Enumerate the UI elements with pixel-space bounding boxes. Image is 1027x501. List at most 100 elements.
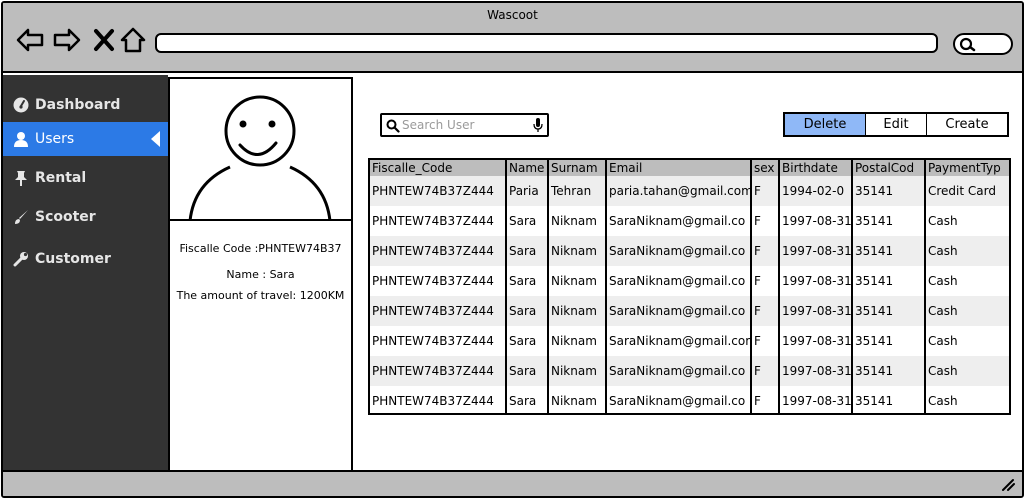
column-header[interactable]: Birthdate <box>779 160 853 176</box>
back-arrow-icon[interactable] <box>15 25 45 55</box>
sidebar-item-label: Dashboard <box>35 97 121 113</box>
delete-button[interactable]: Delete <box>785 114 866 135</box>
table-cell: PHNTEW74B37Z444 <box>370 356 507 386</box>
table-row[interactable]: PHNTEW74B37Z444 Sara Niknam SaraNiknam@gmai… <box>370 296 1009 326</box>
table-cell: 1997-08-31 <box>779 236 853 266</box>
status-bar <box>3 470 1022 496</box>
column-header[interactable]: Fiscalle_Code <box>370 160 507 176</box>
table-cell: 35141 <box>852 206 926 236</box>
sidebar-item-rental[interactable]: Rental <box>3 161 168 195</box>
address-bar[interactable] <box>155 33 938 53</box>
table-cell: Tehran <box>548 176 607 206</box>
table-row[interactable]: PHNTEW74B37Z444 Sara Niknam SaraNiknam@gmai… <box>370 206 1009 236</box>
table-cell: 1997-08-31 <box>779 206 853 236</box>
table-cell: Niknam <box>548 326 607 356</box>
avatar-icon <box>188 95 332 222</box>
table-cell: Cash <box>928 214 958 228</box>
brush-icon <box>11 209 31 225</box>
window-title: Wascoot <box>487 8 538 22</box>
column-header[interactable]: Name <box>506 160 549 176</box>
wrench-icon <box>11 251 31 267</box>
table-cell: F <box>751 386 780 413</box>
table-cell: SaraNiknam@gmail.co <box>606 236 752 266</box>
search-icon <box>386 119 400 133</box>
microphone-icon[interactable] <box>533 118 543 133</box>
travel-amount-text: The amount of travel: 1200KM <box>176 289 345 302</box>
table-cell: Niknam <box>548 386 607 413</box>
table-cell: Cash <box>928 394 958 408</box>
user-profile-card: Fiscalle Code :PHNTEW74B37 Name : Sara T… <box>168 77 353 472</box>
users-table: Fiscalle_Code Name Surnam Email sex Birt… <box>368 158 1011 415</box>
table-cell: 35141 <box>852 386 926 413</box>
sidebar: Dashboard Users Rental Scooter Customer <box>3 75 168 472</box>
table-row[interactable]: PHNTEW74B37Z444 Paria Tehran paria.tahan@gm… <box>370 176 1009 206</box>
table-cell: 35141 <box>852 176 926 206</box>
table-cell: F <box>751 206 780 236</box>
table-row[interactable]: PHNTEW74B37Z444 Sara Niknam SaraNiknam@gmai… <box>370 266 1009 296</box>
table-cell: Niknam <box>548 236 607 266</box>
create-button[interactable]: Create <box>927 114 1007 135</box>
table-cell: Sara <box>506 326 549 356</box>
resize-grip-icon[interactable] <box>1000 477 1016 491</box>
table-cell: SaraNiknam@gmail.co <box>606 386 752 413</box>
table-cell: Sara <box>506 266 549 296</box>
edit-button[interactable]: Edit <box>866 114 927 135</box>
table-cell: F <box>751 266 780 296</box>
collapse-caret-icon <box>151 131 160 147</box>
browser-search-button[interactable] <box>953 33 1013 55</box>
table-cell: Sara <box>506 296 549 326</box>
table-cell: SaraNiknam@gmail.co <box>606 266 752 296</box>
sidebar-item-label: Rental <box>35 170 87 186</box>
table-cell: PHNTEW74B37Z444 <box>370 386 507 413</box>
home-icon[interactable] <box>118 25 148 55</box>
fiscal-code-text: Fiscalle Code :PHNTEW74B37 <box>179 242 342 255</box>
table-cell: Cash <box>928 274 958 288</box>
table-row[interactable]: PHNTEW74B37Z444 Sara Niknam SaraNiknam@gmai… <box>370 356 1009 386</box>
table-row[interactable]: PHNTEW74B37Z444 Sara Niknam SaraNiknam@gmai… <box>370 236 1009 266</box>
table-cell: 1997-08-31 <box>779 356 853 386</box>
table-cell: 1997-08-31 <box>779 266 853 296</box>
table-cell: Niknam <box>548 296 607 326</box>
table-cell: Niknam <box>548 206 607 236</box>
sidebar-item-users[interactable]: Users <box>3 122 168 156</box>
table-cell: SaraNiknam@gmail.com <box>606 326 752 356</box>
column-header[interactable]: Surnam <box>548 160 607 176</box>
search-icon <box>959 37 976 52</box>
table-cell: Sara <box>506 356 549 386</box>
table-cell: Sara <box>506 386 549 413</box>
table-cell: Cash <box>928 334 958 348</box>
user-icon <box>11 131 31 147</box>
table-cell: PHNTEW74B37Z444 <box>370 176 507 206</box>
table-cell: 1997-08-31 <box>779 296 853 326</box>
table-cell: 35141 <box>852 356 926 386</box>
table-cell: Cash <box>925 296 1009 326</box>
table-cell: Sara <box>506 236 549 266</box>
table-row[interactable]: PHNTEW74B37Z444 Sara Niknam SaraNiknam@gmai… <box>370 326 1009 356</box>
table-cell: SaraNiknam@gmail.co <box>606 356 752 386</box>
table-cell: Cash <box>925 236 1009 266</box>
table-cell: F <box>751 326 780 356</box>
search-input[interactable] <box>402 117 527 133</box>
table-cell: 1997-08-31 <box>779 326 853 356</box>
sidebar-item-customer[interactable]: Customer <box>3 242 168 276</box>
sidebar-item-dashboard[interactable]: Dashboard <box>3 88 168 122</box>
table-cell: Niknam <box>548 356 607 386</box>
sidebar-item-scooter[interactable]: Scooter <box>3 200 168 234</box>
table-header-row: Fiscalle_Code Name Surnam Email sex Birt… <box>370 160 1009 176</box>
user-name-text: Name : Sara <box>226 268 295 281</box>
column-header[interactable]: PaymentTyp <box>925 160 1009 176</box>
close-icon[interactable] <box>89 25 119 55</box>
table-cell: Credit Card <box>925 176 1009 206</box>
sidebar-item-label: Customer <box>35 251 111 267</box>
column-header[interactable]: PostalCod <box>852 160 926 176</box>
table-cell: 35141 <box>852 296 926 326</box>
pin-icon <box>11 170 31 186</box>
column-header[interactable]: Email <box>606 160 752 176</box>
column-header[interactable]: sex <box>751 160 780 176</box>
table-cell: PHNTEW74B37Z444 <box>370 206 507 236</box>
table-row[interactable]: PHNTEW74B37Z444 Sara Niknam SaraNiknam@gmai… <box>370 386 1009 413</box>
table-cell: PHNTEW74B37Z444 <box>370 236 507 266</box>
table-cell: F <box>751 296 780 326</box>
forward-arrow-icon[interactable] <box>52 25 82 55</box>
table-cell: F <box>751 176 780 206</box>
